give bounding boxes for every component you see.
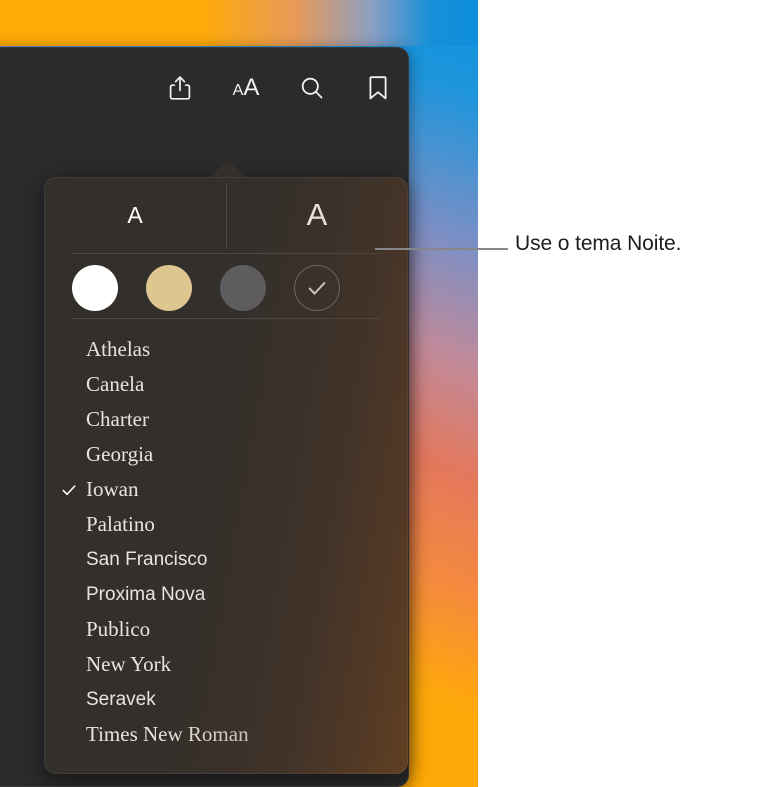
text-size-small-a: A <box>232 82 244 99</box>
appearance-popover: A A Athelas Canela Charter Georgia Iowan… <box>44 160 408 774</box>
font-list-item-charter[interactable]: Charter <box>44 402 408 437</box>
font-label: Georgia <box>86 442 154 466</box>
font-label: Charter <box>86 407 149 431</box>
search-button[interactable] <box>297 72 327 104</box>
search-icon <box>300 76 324 100</box>
divider-below-themes <box>71 318 381 319</box>
font-label: Publico <box>86 617 151 641</box>
increase-font-size-label: A <box>306 197 328 232</box>
theme-swatch-white[interactable] <box>72 265 118 311</box>
decrease-font-size-button[interactable]: A <box>44 177 226 253</box>
font-label: Times New Roman <box>86 722 249 746</box>
divider-above-themes <box>71 253 381 254</box>
callout-leader-line <box>375 248 508 250</box>
theme-swatch-night[interactable] <box>294 265 340 311</box>
font-label: New York <box>86 652 172 676</box>
text-size-large-a: A <box>243 74 260 101</box>
decrease-font-size-label: A <box>127 201 143 228</box>
font-list-item-georgia[interactable]: Georgia <box>44 437 408 472</box>
font-label: Iowan <box>86 477 139 501</box>
font-list: Athelas Canela Charter Georgia Iowan Pal… <box>44 332 408 752</box>
text-size-icon: AA <box>233 76 260 100</box>
selected-font-checkmark-icon <box>62 484 76 495</box>
share-button[interactable] <box>165 72 195 104</box>
popover-notch <box>209 160 247 178</box>
font-list-item-publico[interactable]: Publico <box>44 612 408 647</box>
theme-swatch-row <box>44 260 408 316</box>
font-label: Palatino <box>86 512 155 536</box>
font-list-item-iowan[interactable]: Iowan <box>44 472 408 507</box>
theme-swatch-sepia[interactable] <box>146 265 192 311</box>
font-list-item-seravek[interactable]: Seravek <box>44 682 408 717</box>
font-size-divider <box>226 183 227 249</box>
font-list-item-athelas[interactable]: Athelas <box>44 332 408 367</box>
font-label: Athelas <box>86 337 151 361</box>
font-list-item-palatino[interactable]: Palatino <box>44 507 408 542</box>
font-label: Canela <box>86 372 145 396</box>
theme-swatch-gray[interactable] <box>220 265 266 311</box>
text-size-button[interactable]: AA <box>231 72 261 104</box>
font-list-item-proxima-nova[interactable]: Proxima Nova <box>44 577 408 612</box>
share-icon <box>169 75 191 101</box>
font-label: Proxima Nova <box>86 584 206 605</box>
font-list-item-san-francisco[interactable]: San Francisco <box>44 542 408 577</box>
wallpaper-top-strip <box>0 0 478 46</box>
font-list-item-times-new-roman[interactable]: Times New Roman <box>44 717 408 752</box>
reader-toolbar: AA <box>165 72 393 104</box>
bookmark-button[interactable] <box>363 72 393 104</box>
callout-text: Use o tema Noite. <box>515 232 682 255</box>
font-list-item-canela[interactable]: Canela <box>44 367 408 402</box>
increase-font-size-button[interactable]: A <box>226 177 408 253</box>
font-label: Seravek <box>86 689 156 710</box>
reader-window: AA A A Athelas Canela Charter Georgia Io… <box>0 47 409 787</box>
bookmark-icon <box>368 75 388 101</box>
font-label: San Francisco <box>86 549 208 570</box>
font-list-item-new-york[interactable]: New York <box>44 647 408 682</box>
checkmark-icon <box>308 282 326 295</box>
